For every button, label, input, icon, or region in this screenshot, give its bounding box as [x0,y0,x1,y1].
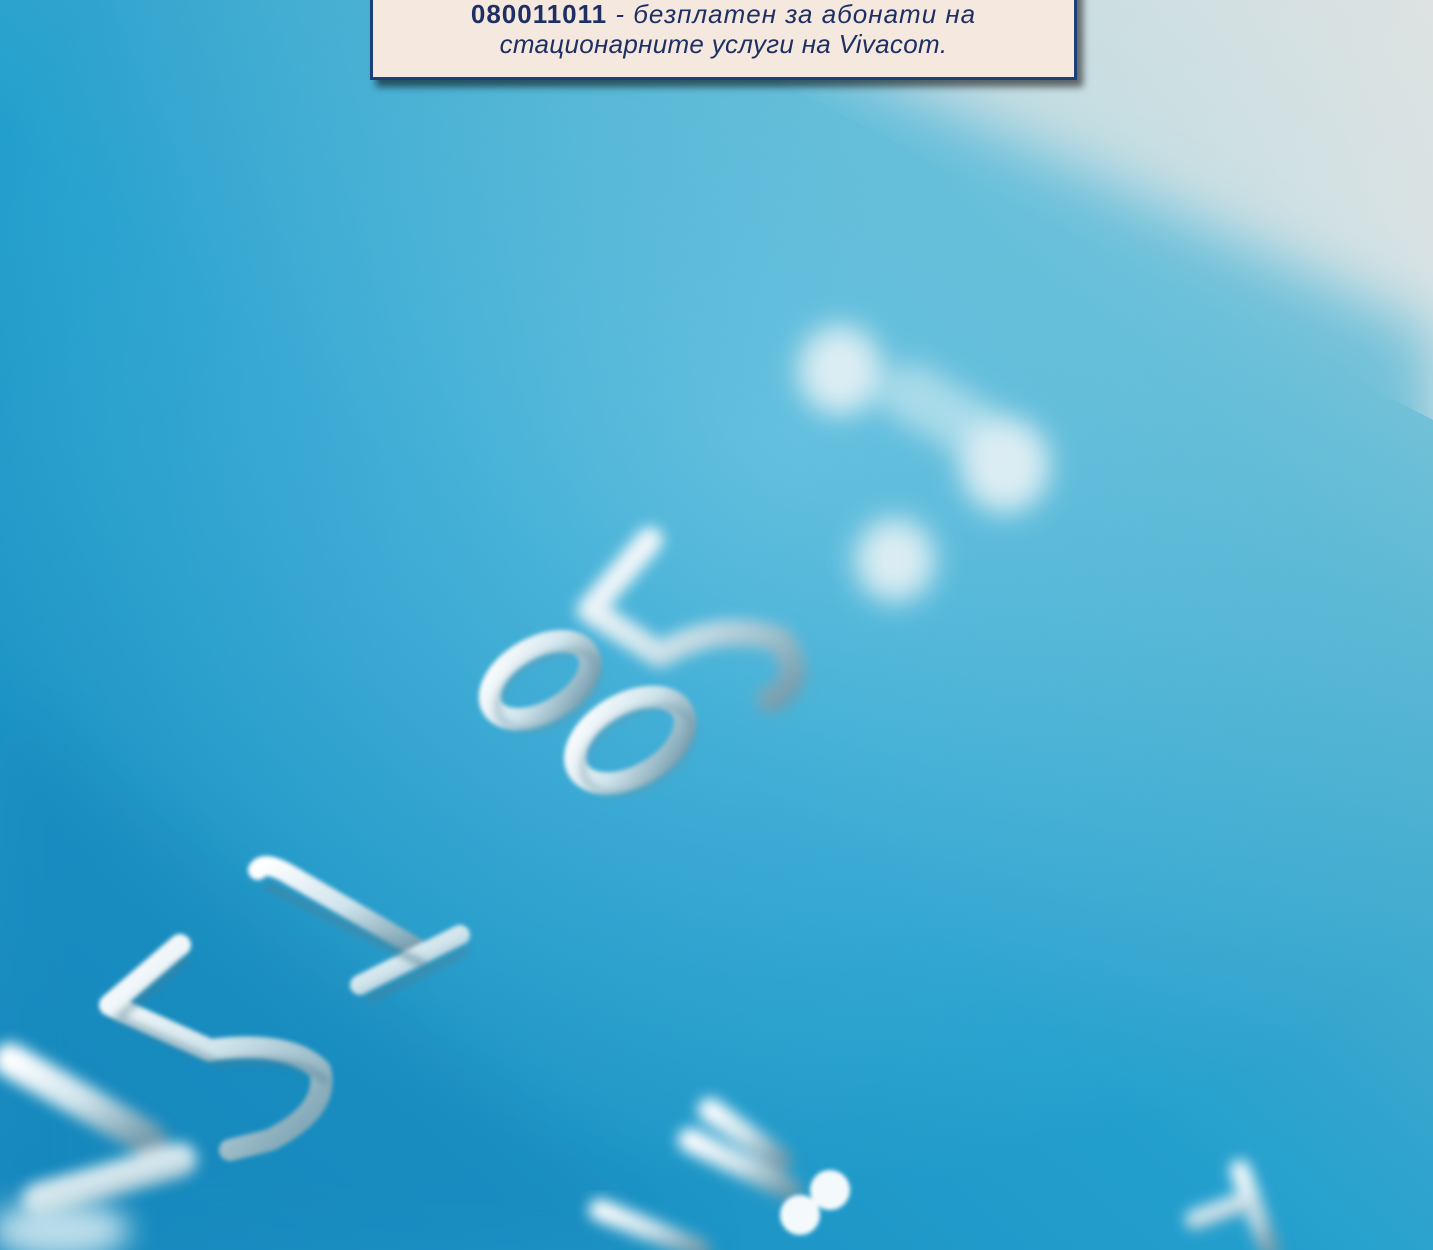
separator: - [615,0,626,29]
credit-card-photo [0,0,1433,1250]
notice-line-1-text: безплатен за абонати на [633,0,977,29]
notice-box: 080011011 - безплатен за абонати на стац… [370,0,1077,80]
notice-line-1: 080011011 - безплатен за абонати на [373,0,1074,29]
phone-number: 080011011 [470,0,608,29]
notice-line-2: стационарните услуги на Vivacom. [499,29,948,59]
